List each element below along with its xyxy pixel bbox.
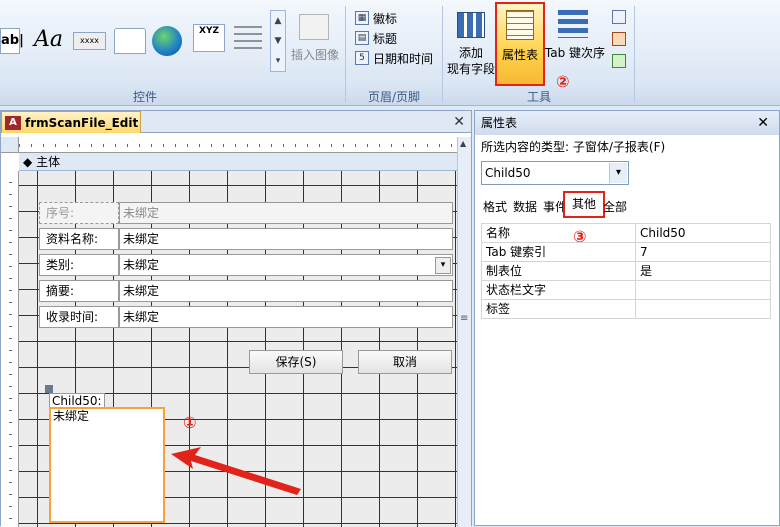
vertical-scrollbar[interactable]: ▲ ≡ [457, 137, 471, 527]
button-control-icon[interactable]: xxxx [73, 32, 106, 50]
logo-button[interactable]: ▦ 徽标 [355, 8, 433, 28]
selection-type-label: 所选内容的类型: 子窗体/子报表(F) [481, 140, 666, 154]
record-time-field[interactable]: 未绑定 [119, 306, 453, 328]
logo-icon: ▦ [355, 11, 369, 25]
hyperlink-control-icon[interactable] [152, 26, 182, 56]
collapse-triangle-icon: ◆ [23, 155, 33, 169]
property-row[interactable]: 状态栏文字 [482, 281, 770, 300]
insert-image-button[interactable]: 插入图像 [288, 46, 342, 63]
textbox-control-icon[interactable]: ab| [0, 28, 24, 54]
tab-data[interactable]: 数据 [513, 198, 537, 215]
title-icon: ▤ [355, 31, 369, 45]
add-existing-fields-button[interactable]: 添加 现有字段 [446, 45, 496, 77]
property-row[interactable]: Tab 键索引 7 [482, 243, 770, 262]
tab-other[interactable]: 其他 [563, 191, 605, 218]
divider [442, 6, 443, 102]
document-name-field[interactable]: 未绑定 [119, 228, 453, 250]
chevron-down-icon[interactable]: ▾ [435, 257, 451, 274]
property-grid: 名称 Child50 Tab 键索引 7 制表位是 状态栏文字 标签 [481, 223, 771, 319]
tab-control-icon[interactable] [114, 28, 146, 54]
document-tab[interactable]: A frmScanFile_Edit [1, 111, 141, 133]
header-footer-list: ▦ 徽标 ▤ 标题 5 日期和时间 [355, 8, 433, 68]
summary-field[interactable]: 未绑定 [119, 280, 453, 302]
property-row[interactable]: 标签 [482, 300, 770, 319]
scroll-up-icon[interactable]: ▲ [460, 139, 466, 148]
chevron-down-icon[interactable]: ▾ [609, 163, 627, 183]
property-row[interactable]: 名称 Child50 [482, 224, 770, 243]
subform-control[interactable]: 未绑定 [49, 407, 165, 523]
tab-all[interactable]: 全部 [603, 198, 627, 215]
detail-section-header[interactable]: ◆ 主体 [19, 153, 457, 171]
form-designer: A frmScanFile_Edit ✕ ◆ 主体 ▲ ≡ 序号: 未绑定 资料… [0, 110, 472, 527]
divider [634, 6, 635, 102]
save-button[interactable]: 保存(S) [249, 350, 343, 374]
tab-order-button[interactable]: Tab 键次序 [540, 45, 610, 61]
ribbon: ab| Aa xxxx XYZ ▲ ▼ ▾ 插入图像 控件 ▦ 徽标 ▤ 标题 5 日期和… [0, 0, 780, 106]
close-icon[interactable]: ✕ [453, 114, 465, 130]
object-selector[interactable]: Child50 ▾ [481, 161, 629, 185]
frame-control-icon[interactable]: XYZ [193, 24, 225, 52]
summary-label[interactable]: 摘要: [39, 280, 119, 302]
tools-group-label: 工具 [526, 90, 551, 104]
header-footer-group-label: 页眉/页脚 [367, 90, 421, 104]
property-sheet-icon [506, 10, 534, 40]
property-row[interactable]: 制表位是 [482, 262, 770, 281]
title-button[interactable]: ▤ 标题 [355, 28, 433, 48]
access-icon: A [5, 115, 21, 130]
category-combo[interactable]: 未绑定 [119, 254, 453, 276]
callout-1: ① [183, 413, 197, 432]
document-name-label[interactable]: 资料名称: [39, 228, 119, 250]
property-sheet-button[interactable]: 属性表 [495, 2, 545, 86]
record-time-label[interactable]: 收录时间: [39, 306, 119, 328]
ruler-corner[interactable] [1, 137, 19, 153]
property-sheet-title: 属性表 [475, 111, 779, 135]
subform-icon[interactable] [612, 54, 626, 68]
move-handle[interactable] [45, 385, 53, 393]
tab-order-icon [558, 10, 588, 38]
horizontal-ruler[interactable] [19, 137, 457, 153]
arrow-annotation [171, 447, 301, 495]
cancel-button[interactable]: 取消 [358, 350, 452, 374]
convert-macro-icon[interactable] [612, 32, 626, 46]
label-control-icon[interactable]: Aa [34, 24, 66, 56]
serial-label[interactable]: 序号: [39, 202, 119, 224]
view-code-icon[interactable] [612, 10, 626, 24]
calendar-icon: 5 [355, 51, 369, 65]
listbox-control-icon[interactable] [234, 26, 262, 54]
tab-format[interactable]: 格式 [483, 198, 507, 215]
serial-field[interactable]: 未绑定 [119, 202, 453, 224]
add-existing-fields-icon [457, 12, 485, 38]
controls-group-label: 控件 [132, 90, 157, 104]
date-time-button[interactable]: 5 日期和时间 [355, 48, 433, 68]
property-sheet-pane: 属性表 ✕ 所选内容的类型: 子窗体/子报表(F) Child50 ▾ 格式 数… [474, 110, 780, 526]
insert-image-icon [299, 14, 329, 40]
scroll-grip-icon[interactable]: ≡ [460, 313, 468, 324]
close-icon[interactable]: ✕ [757, 115, 769, 131]
vertical-ruler[interactable] [1, 171, 19, 527]
gallery-scroll[interactable]: ▲ ▼ ▾ [270, 10, 286, 72]
category-label[interactable]: 类别: [39, 254, 119, 276]
